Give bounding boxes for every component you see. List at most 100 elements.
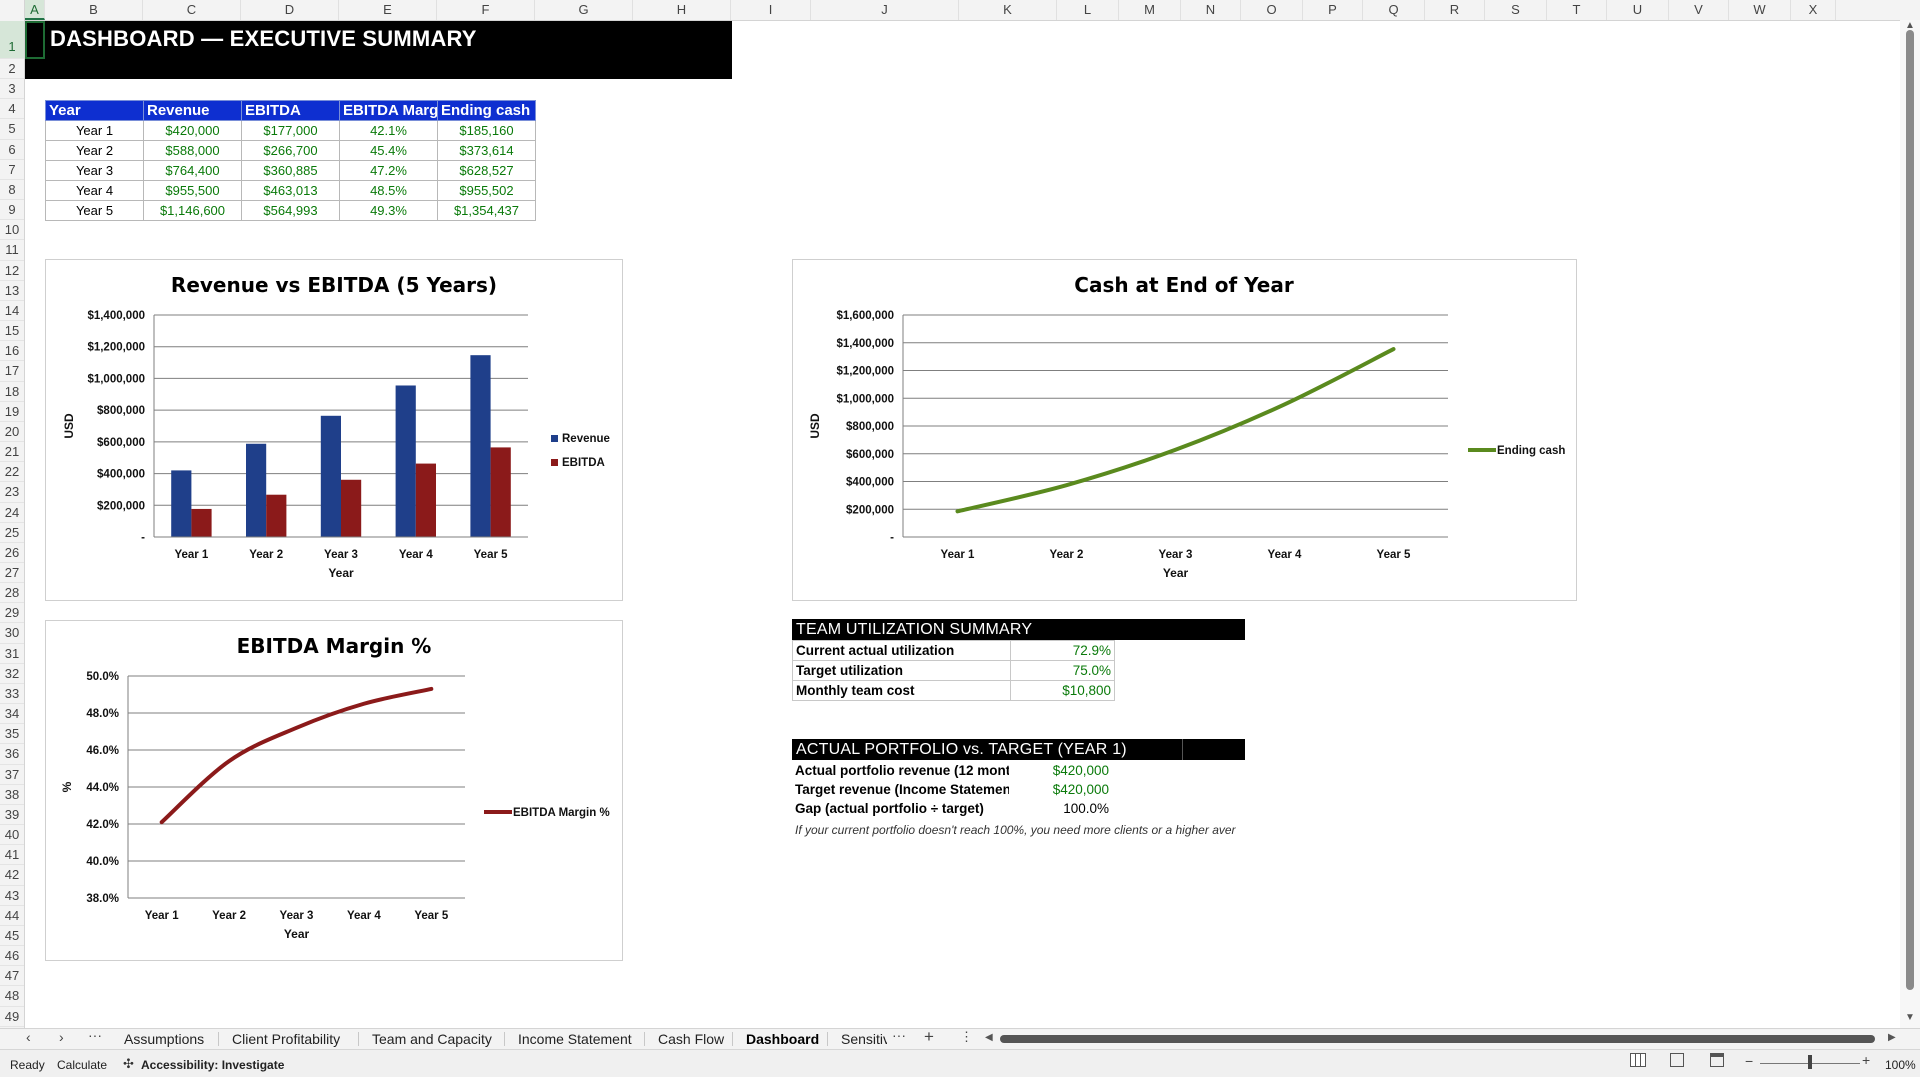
column-header-V[interactable]: V (1669, 0, 1729, 20)
normal-view-icon[interactable] (1630, 1053, 1646, 1067)
summary-cell[interactable]: 48.5% (340, 181, 438, 201)
row-header-1[interactable]: 1 (0, 21, 24, 59)
row-header-43[interactable]: 43 (0, 886, 24, 906)
row-header-13[interactable]: 13 (0, 281, 24, 301)
header-revenue[interactable]: Revenue (144, 101, 242, 121)
zoom-out-icon[interactable]: − (1745, 1053, 1753, 1069)
column-header-C[interactable]: C (143, 0, 241, 20)
summary-cell[interactable]: $420,000 (144, 121, 242, 141)
gap-label[interactable]: Gap (actual portfolio ÷ target) (792, 799, 1009, 818)
row-header-23[interactable]: 23 (0, 482, 24, 502)
tab-client-profitability[interactable]: Client Profitability (232, 1029, 340, 1049)
tab-assumptions[interactable]: Assumptions (124, 1029, 204, 1049)
column-header-M[interactable]: M (1119, 0, 1181, 20)
target-utilization-value[interactable]: 75.0% (1011, 661, 1115, 681)
summary-cell[interactable]: Year 3 (46, 161, 144, 181)
row-header-35[interactable]: 35 (0, 724, 24, 744)
select-all-corner[interactable] (0, 0, 25, 20)
summary-cell[interactable]: Year 4 (46, 181, 144, 201)
summary-cell[interactable]: $764,400 (144, 161, 242, 181)
row-header-37[interactable]: 37 (0, 765, 24, 785)
column-header-Q[interactable]: Q (1363, 0, 1425, 20)
utilization-label[interactable]: Current actual utilization (793, 641, 1011, 661)
vertical-scroll-thumb[interactable] (1906, 30, 1914, 990)
team-cost-label[interactable]: Monthly team cost (793, 681, 1011, 701)
row-header-19[interactable]: 19 (0, 402, 24, 422)
column-header-U[interactable]: U (1607, 0, 1669, 20)
row-header-33[interactable]: 33 (0, 684, 24, 704)
column-header-G[interactable]: G (535, 0, 633, 20)
bar-revenue[interactable] (470, 355, 490, 537)
summary-cell[interactable]: $185,160 (438, 121, 536, 141)
scroll-up-icon[interactable]: ▲ (1905, 20, 1915, 31)
revenue-ebitda-chart[interactable]: Revenue vs EBITDA (5 Years)-$200,000$400… (45, 259, 623, 601)
more-tabs-left-icon[interactable]: ··· (88, 1027, 102, 1043)
page-layout-view-icon[interactable] (1670, 1053, 1684, 1067)
row-header-8[interactable]: 8 (0, 180, 24, 200)
row-header-7[interactable]: 7 (0, 160, 24, 180)
tab-scroll-right-icon[interactable]: › (59, 1029, 64, 1045)
column-header-B[interactable]: B (45, 0, 143, 20)
summary-cell[interactable]: $463,013 (242, 181, 340, 201)
row-header-41[interactable]: 41 (0, 845, 24, 865)
summary-cell[interactable]: $1,146,600 (144, 201, 242, 221)
add-sheet-icon[interactable]: + (924, 1027, 934, 1047)
row-header-44[interactable]: 44 (0, 906, 24, 926)
row-header-22[interactable]: 22 (0, 462, 24, 482)
column-header-I[interactable]: I (731, 0, 811, 20)
row-header-2[interactable]: 2 (0, 59, 24, 79)
row-header-28[interactable]: 28 (0, 583, 24, 603)
column-header-S[interactable]: S (1485, 0, 1547, 20)
bar-revenue[interactable] (321, 416, 341, 537)
row-header-16[interactable]: 16 (0, 341, 24, 361)
summary-cell[interactable]: Year 1 (46, 121, 144, 141)
row-header-12[interactable]: 12 (0, 261, 24, 281)
zoom-slider-thumb[interactable] (1808, 1055, 1812, 1069)
hscroll-left-icon[interactable]: ◀ (985, 1032, 993, 1043)
column-header-H[interactable]: H (633, 0, 731, 20)
bar-ebitda[interactable] (191, 509, 211, 537)
column-header-L[interactable]: L (1057, 0, 1119, 20)
target-revenue-label[interactable]: Target revenue (Income Statement (792, 780, 1009, 799)
actual-portfolio-label[interactable]: Actual portfolio revenue (12 month: (792, 761, 1009, 780)
row-header-36[interactable]: 36 (0, 744, 24, 764)
header-ending-cash[interactable]: Ending cash (438, 101, 536, 121)
series-line-ending-cash[interactable] (958, 349, 1394, 511)
row-header-15[interactable]: 15 (0, 321, 24, 341)
accessibility-status[interactable]: Accessibility: Investigate (141, 1058, 284, 1072)
column-header-A[interactable]: A (25, 0, 45, 20)
summary-cell[interactable]: 45.4% (340, 141, 438, 161)
row-header-20[interactable]: 20 (0, 422, 24, 442)
summary-cell[interactable]: $266,700 (242, 141, 340, 161)
gap-value[interactable]: 100.0% (1009, 799, 1112, 818)
column-header-F[interactable]: F (437, 0, 535, 20)
row-header-5[interactable]: 5 (0, 119, 24, 139)
summary-cell[interactable]: $177,000 (242, 121, 340, 141)
cash-end-of-year-chart[interactable]: Cash at End of Year-$200,000$400,000$600… (792, 259, 1577, 601)
row-header-39[interactable]: 39 (0, 805, 24, 825)
column-header-D[interactable]: D (241, 0, 339, 20)
bar-ebitda[interactable] (341, 480, 361, 537)
hscroll-right-icon[interactable]: ▶ (1888, 1032, 1896, 1043)
bar-ebitda[interactable] (491, 447, 511, 537)
row-header-42[interactable]: 42 (0, 865, 24, 885)
summary-cell[interactable]: 49.3% (340, 201, 438, 221)
column-header-T[interactable]: T (1547, 0, 1607, 20)
zoom-in-icon[interactable]: + (1862, 1052, 1870, 1068)
summary-cell[interactable]: $564,993 (242, 201, 340, 221)
summary-cell[interactable]: $955,500 (144, 181, 242, 201)
column-header-X[interactable]: X (1791, 0, 1836, 20)
row-header-49[interactable]: 49 (0, 1007, 24, 1027)
row-header-25[interactable]: 25 (0, 523, 24, 543)
row-header-17[interactable]: 17 (0, 361, 24, 381)
page-break-view-icon[interactable] (1710, 1053, 1724, 1067)
row-header-48[interactable]: 48 (0, 986, 24, 1006)
summary-cell[interactable]: 42.1% (340, 121, 438, 141)
tab-income-statement[interactable]: Income Statement (518, 1029, 632, 1049)
row-header-26[interactable]: 26 (0, 543, 24, 563)
column-header-E[interactable]: E (339, 0, 437, 20)
row-header-30[interactable]: 30 (0, 623, 24, 643)
row-header-9[interactable]: 9 (0, 200, 24, 220)
tab-scroll-left-icon[interactable]: ‹ (26, 1029, 31, 1045)
calculate-button[interactable]: Calculate (57, 1058, 107, 1072)
